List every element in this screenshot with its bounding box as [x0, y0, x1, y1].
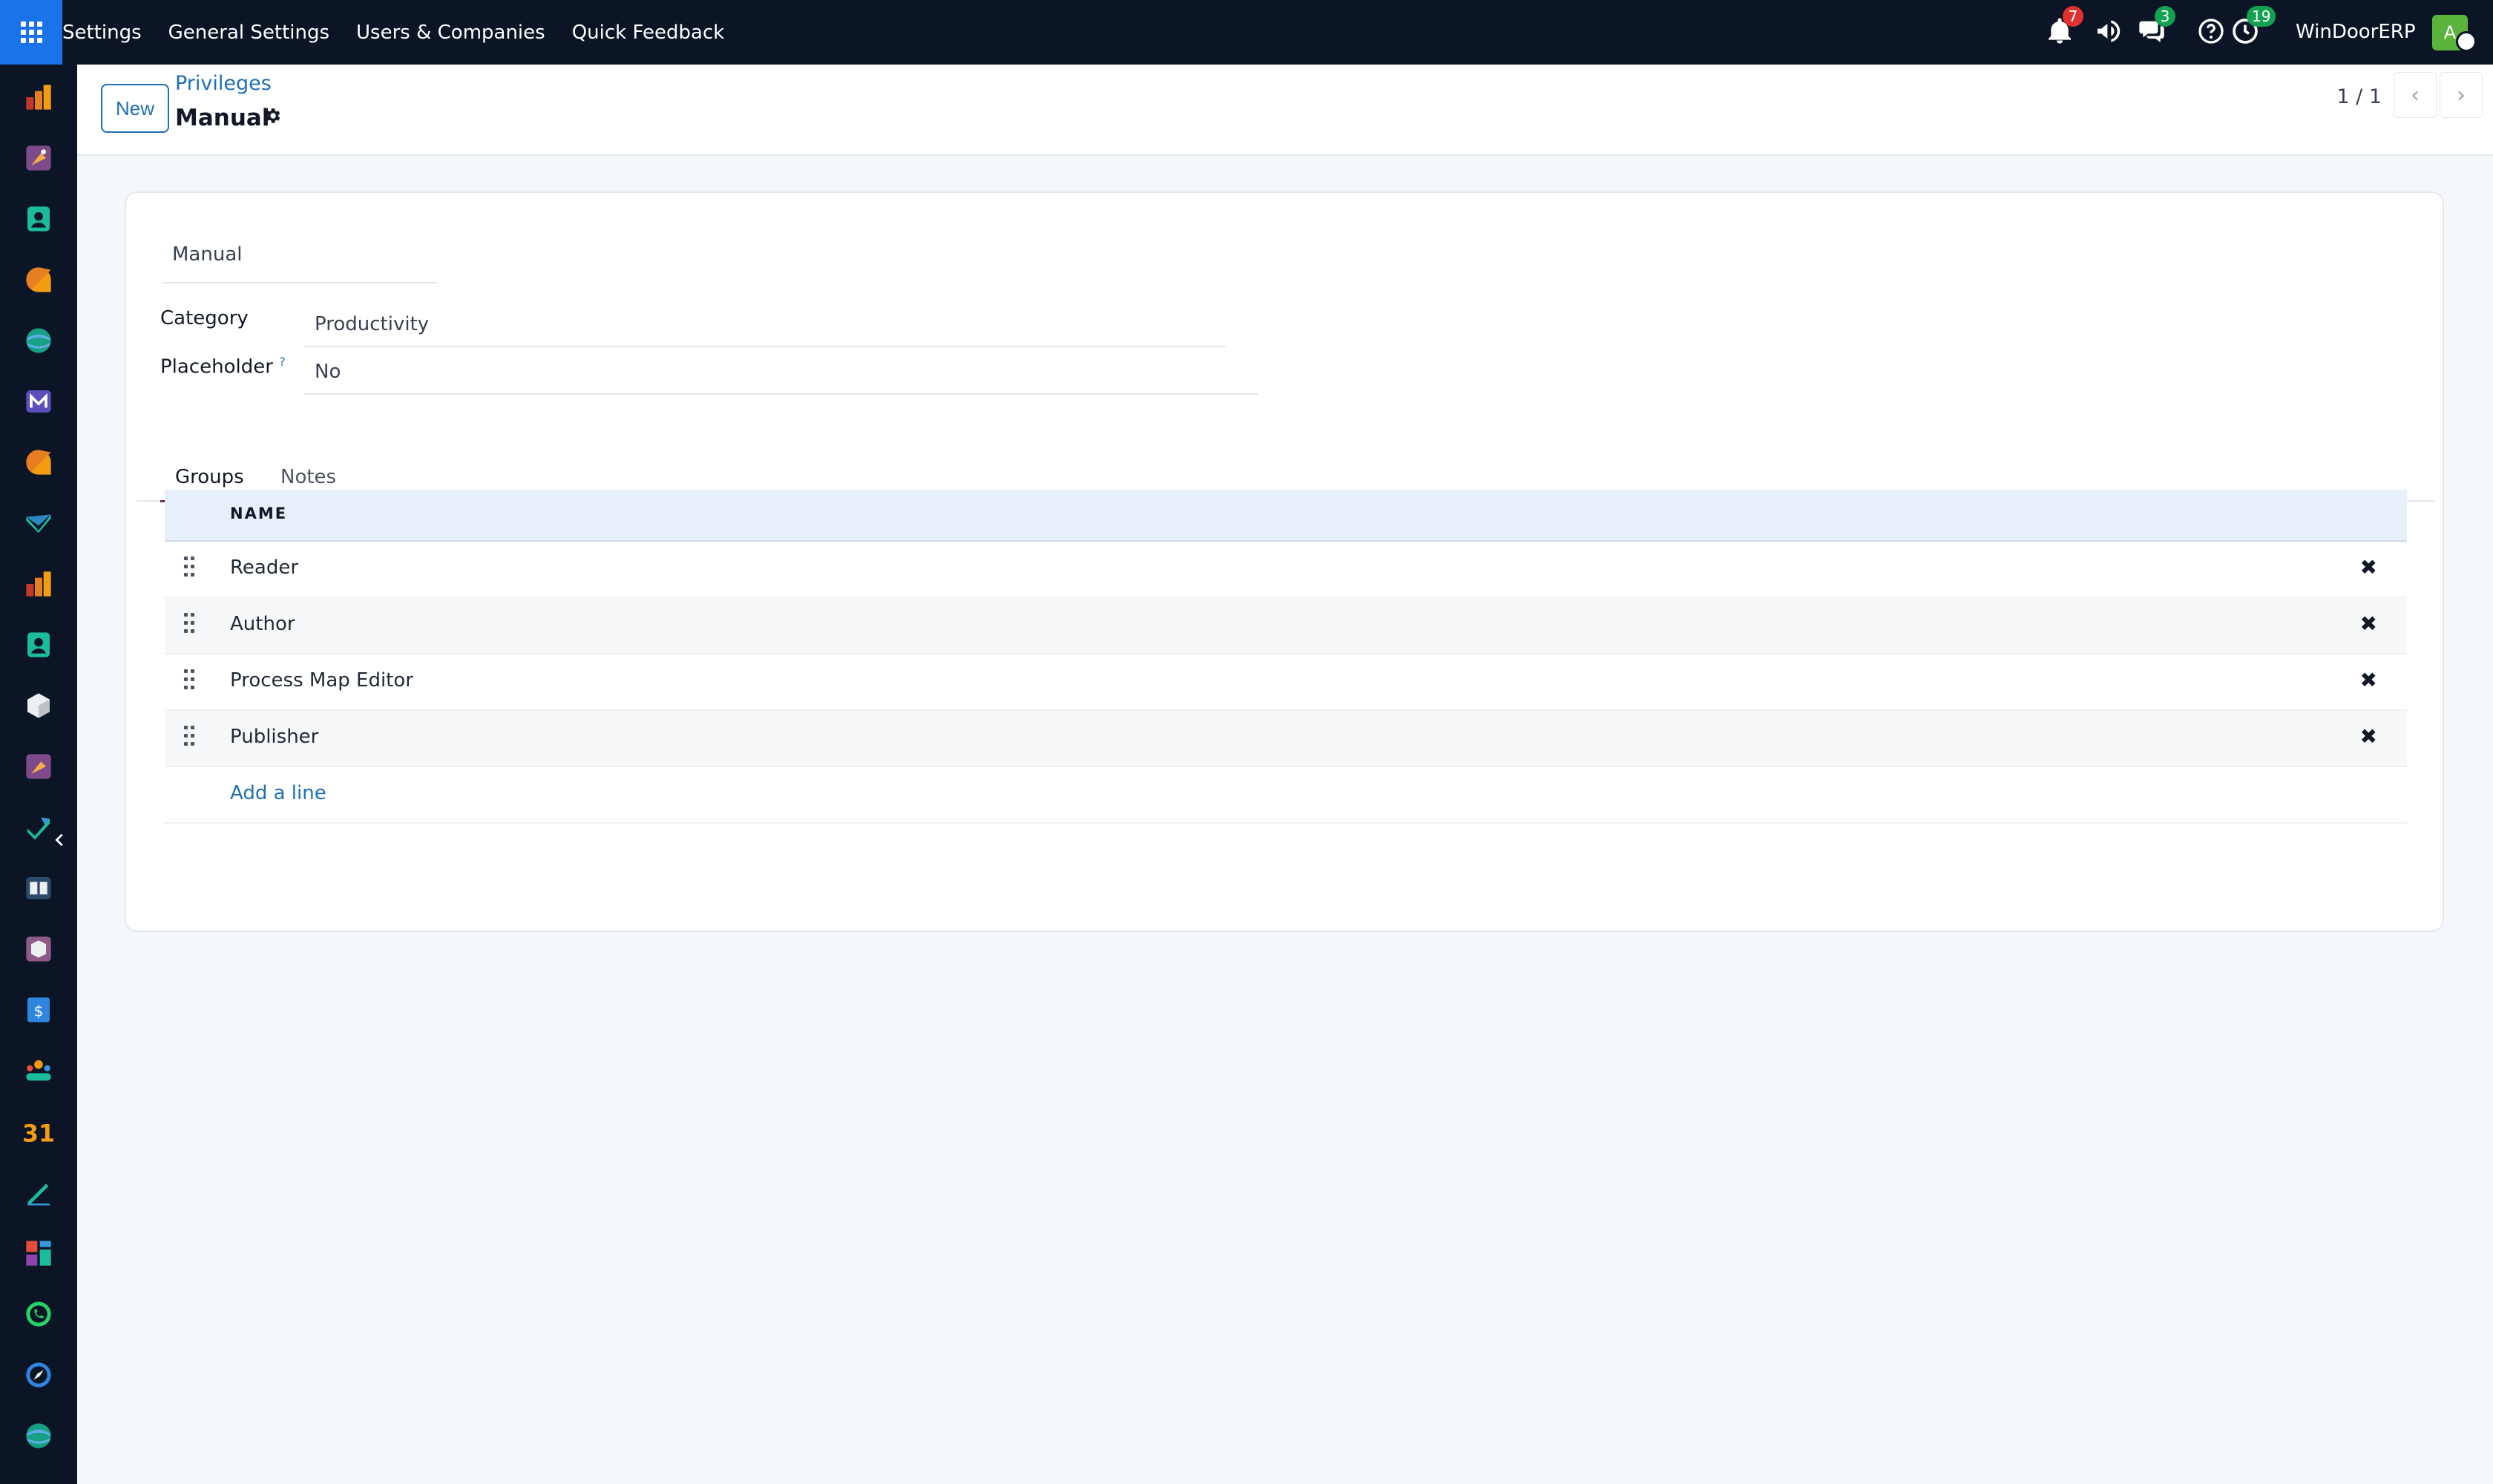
- menu-general-settings[interactable]: General Settings: [168, 22, 329, 44]
- chat-icon[interactable]: [24, 265, 53, 295]
- accounting-icon[interactable]: $: [24, 995, 53, 1025]
- placeholder-value: No: [315, 361, 341, 383]
- svg-text:31: 31: [24, 1120, 53, 1146]
- top-navbar: Settings General Settings Users & Compan…: [0, 0, 2493, 65]
- add-line-link[interactable]: Add a line: [230, 782, 326, 804]
- group-name[interactable]: Author: [230, 613, 295, 635]
- sync-icon[interactable]: [24, 1421, 53, 1451]
- chevron-right-icon: ›: [2457, 82, 2466, 108]
- group-name[interactable]: Publisher: [230, 726, 318, 748]
- form-sheet: Manual Category Productivity Placeholder…: [125, 191, 2444, 932]
- placeholder-label-text: Placeholder: [160, 355, 273, 378]
- groups-list-header: NAME: [165, 490, 2407, 542]
- delete-row-icon[interactable]: ✖: [2360, 724, 2377, 749]
- table-row[interactable]: Author ✖: [165, 598, 2407, 654]
- new-button[interactable]: New: [101, 84, 169, 133]
- whatsapp-icon[interactable]: [24, 1299, 53, 1329]
- box-icon[interactable]: [24, 691, 53, 720]
- svg-text:$: $: [34, 1002, 44, 1020]
- record-title: Manual: [175, 105, 270, 131]
- breadcrumb-privileges[interactable]: Privileges: [175, 72, 272, 95]
- menu-quick-feedback[interactable]: Quick Feedback: [572, 22, 725, 44]
- group-name[interactable]: Reader: [230, 556, 298, 579]
- add-line-row: Add a line: [165, 767, 2407, 824]
- art-icon[interactable]: [24, 752, 53, 781]
- art-icon[interactable]: [24, 143, 53, 173]
- category-value: Productivity: [315, 313, 430, 335]
- dashboard-icon[interactable]: [24, 569, 53, 599]
- menu-users-companies[interactable]: Users & Companies: [356, 22, 545, 44]
- delete-row-icon[interactable]: ✖: [2360, 555, 2377, 580]
- app-sidebar: $ 31: [0, 65, 77, 1484]
- group-name[interactable]: Process Map Editor: [230, 669, 413, 692]
- privilege-name-value: Manual: [172, 243, 243, 266]
- drag-handle-icon[interactable]: [184, 726, 196, 748]
- task-icon[interactable]: [24, 812, 53, 842]
- activities-badge: 19: [2247, 6, 2276, 27]
- sign-icon[interactable]: [24, 1178, 53, 1207]
- column-name-header[interactable]: NAME: [230, 505, 287, 522]
- dashboard-icon[interactable]: [24, 82, 53, 112]
- help-icon[interactable]: [2196, 16, 2226, 46]
- knowledge-icon[interactable]: [24, 873, 53, 903]
- groups-list: NAME Reader ✖ Author ✖ Process Map Edito…: [165, 490, 2407, 824]
- delete-row-icon[interactable]: ✖: [2360, 611, 2377, 636]
- compass-icon[interactable]: [24, 1360, 53, 1390]
- table-row[interactable]: Process Map Editor ✖: [165, 654, 2407, 711]
- contacts-icon[interactable]: [24, 204, 53, 234]
- placeholder-field[interactable]: No: [304, 352, 1258, 395]
- gear-icon[interactable]: [263, 106, 282, 131]
- pager-next-button[interactable]: ›: [2440, 72, 2483, 118]
- main-menu: Settings General Settings Users & Compan…: [62, 0, 724, 65]
- inventory-icon[interactable]: [24, 934, 53, 964]
- company-switcher[interactable]: WinDoorERP: [2296, 0, 2416, 65]
- notifications-badge: 7: [2063, 6, 2083, 27]
- apps-grid-icon: [20, 22, 42, 43]
- table-row[interactable]: Reader ✖: [165, 542, 2407, 598]
- privilege-name-field[interactable]: Manual: [162, 236, 438, 283]
- mail-icon[interactable]: [24, 387, 53, 416]
- messages-badge: 3: [2155, 6, 2175, 27]
- category-label: Category: [160, 307, 249, 329]
- calendar-icon[interactable]: 31: [22, 1117, 55, 1147]
- contacts-icon[interactable]: [24, 630, 53, 660]
- control-panel: New Privileges Manual 1 / 1 ‹ ›: [77, 65, 2493, 156]
- placeholder-label: Placeholder ?: [160, 355, 286, 378]
- drag-handle-icon[interactable]: [184, 669, 196, 692]
- drag-handle-icon[interactable]: [184, 556, 196, 579]
- presence-dot: [2456, 31, 2477, 52]
- delete-row-icon[interactable]: ✖: [2360, 668, 2377, 692]
- team-icon[interactable]: [24, 1056, 53, 1086]
- check-icon[interactable]: [24, 508, 53, 538]
- drag-handle-icon[interactable]: [184, 613, 196, 635]
- announcement-icon[interactable]: [2094, 16, 2124, 46]
- table-row[interactable]: Publisher ✖: [165, 711, 2407, 767]
- pager-value[interactable]: 1 / 1: [2336, 85, 2382, 108]
- menu-settings[interactable]: Settings: [62, 22, 142, 44]
- apps-menu-button[interactable]: [0, 0, 62, 65]
- discuss-icon[interactable]: [24, 447, 53, 477]
- help-tooltip-icon[interactable]: ?: [279, 355, 286, 369]
- sync-icon[interactable]: [24, 326, 53, 355]
- pager-previous-button[interactable]: ‹: [2394, 72, 2437, 118]
- category-field[interactable]: Productivity: [304, 304, 1226, 347]
- apps-icon[interactable]: [24, 1238, 53, 1268]
- chevron-left-icon: ‹: [2411, 82, 2420, 108]
